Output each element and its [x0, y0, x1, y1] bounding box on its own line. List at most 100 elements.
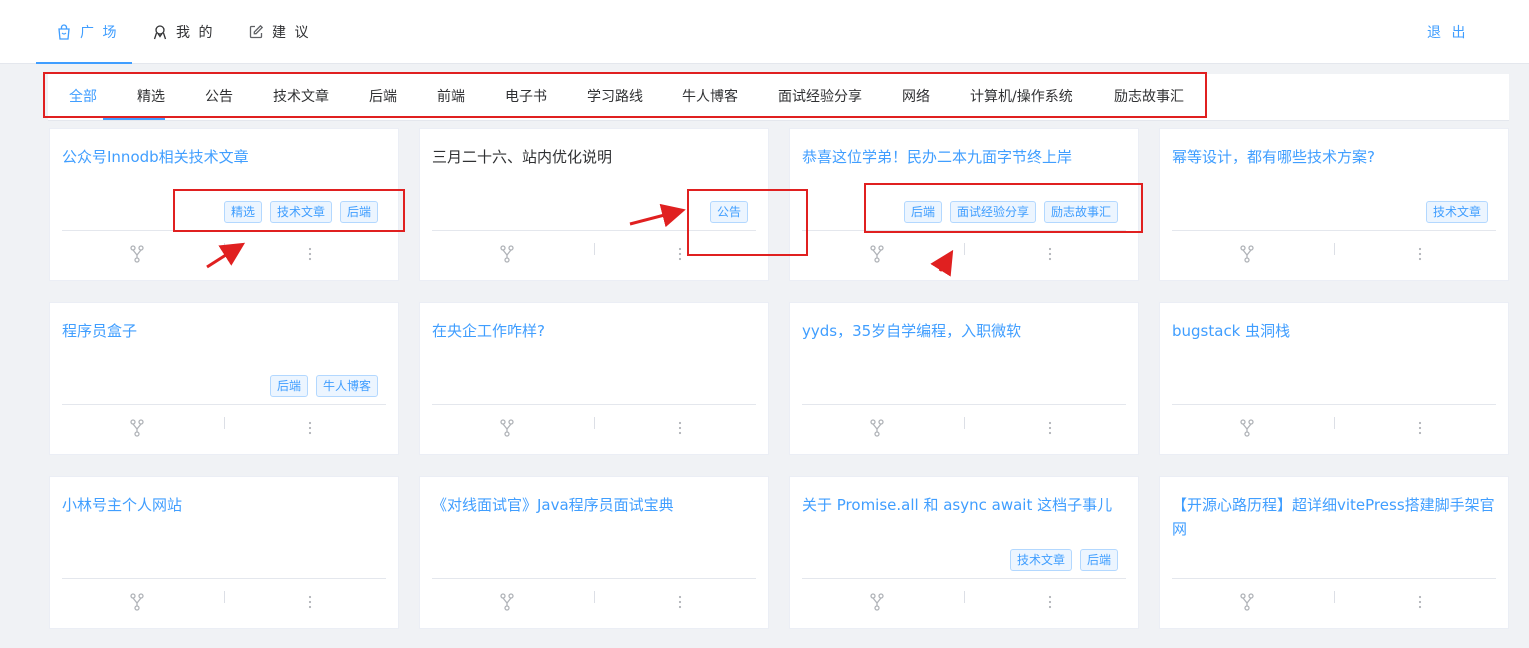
more-vertical-icon[interactable] — [1416, 419, 1424, 437]
category-tab-tech-articles[interactable]: 技术文章 — [273, 74, 329, 120]
card-title[interactable]: 小林号主个人网站 — [62, 493, 390, 517]
more-vertical-icon[interactable] — [306, 419, 314, 437]
category-tab-blogs[interactable]: 牛人博客 — [682, 74, 738, 120]
fork-icon[interactable] — [870, 419, 884, 437]
card-title[interactable]: 幂等设计，都有哪些技术方案? — [1172, 145, 1500, 169]
category-tab-interview[interactable]: 面试经验分享 — [778, 74, 862, 120]
action-separator — [1334, 417, 1335, 429]
nav-tab-square[interactable]: 广 场 — [56, 0, 118, 64]
card-title[interactable]: 【开源心路历程】超详细vitePress搭建脚手架官网 — [1172, 493, 1500, 541]
card-actions — [50, 579, 398, 629]
active-tab-indicator — [36, 62, 132, 64]
post-card[interactable]: 《对线面试官》Java程序员面试宝典 — [419, 476, 769, 629]
top-nav: 广 场 我 的 建 议 退 出 — [0, 0, 1529, 64]
more-vertical-icon[interactable] — [676, 593, 684, 611]
more-vertical-icon[interactable] — [676, 419, 684, 437]
fork-icon[interactable] — [870, 593, 884, 611]
card-actions — [50, 231, 398, 281]
category-tab-announcement[interactable]: 公告 — [205, 74, 233, 120]
nav-tab-label: 我 的 — [176, 25, 215, 41]
more-vertical-icon[interactable] — [306, 245, 314, 263]
action-separator — [964, 243, 965, 255]
fork-icon[interactable] — [500, 419, 514, 437]
card-title[interactable]: 恭喜这位学弟！民办二本九面字节终上岸 — [802, 145, 1130, 169]
post-card[interactable]: 小林号主个人网站 — [49, 476, 399, 629]
tag-chip[interactable]: 技术文章 — [269, 201, 332, 223]
category-tab-network[interactable]: 网络 — [902, 74, 930, 120]
more-vertical-icon[interactable] — [306, 593, 314, 611]
card-title[interactable]: 关于 Promise.all 和 async await 这档子事儿 — [802, 493, 1130, 517]
post-card[interactable]: 程序员盒子后端 牛人博客 — [49, 302, 399, 455]
more-vertical-icon[interactable] — [1416, 593, 1424, 611]
fork-icon[interactable] — [500, 593, 514, 611]
tag-chip[interactable]: 面试经验分享 — [949, 201, 1036, 223]
card-title[interactable]: 《对线面试官》Java程序员面试宝典 — [432, 493, 760, 517]
fork-icon[interactable] — [130, 419, 144, 437]
tag-chip[interactable]: 公告 — [709, 201, 748, 223]
more-vertical-icon[interactable] — [676, 245, 684, 263]
fork-icon[interactable] — [130, 593, 144, 611]
post-card[interactable]: 关于 Promise.all 和 async await 这档子事儿技术文章 后端 — [789, 476, 1139, 629]
post-card[interactable]: 【开源心路历程】超详细vitePress搭建脚手架官网 — [1159, 476, 1509, 629]
category-tab-inspiration[interactable]: 励志故事汇 — [1114, 74, 1184, 120]
post-card[interactable]: 公众号Innodb相关技术文章精选 技术文章 后端 — [49, 128, 399, 281]
category-tab-frontend[interactable]: 前端 — [437, 74, 465, 120]
card-title[interactable]: bugstack 虫洞栈 — [1172, 319, 1500, 343]
fork-icon[interactable] — [500, 245, 514, 263]
more-vertical-icon[interactable] — [1046, 245, 1054, 263]
nav-tab-suggest[interactable]: 建 议 — [248, 0, 310, 64]
tag-chip[interactable]: 牛人博客 — [315, 375, 378, 397]
card-title[interactable]: 程序员盒子 — [62, 319, 390, 343]
card-actions — [1160, 405, 1508, 455]
action-separator — [1334, 243, 1335, 255]
action-separator — [594, 243, 595, 255]
category-tab-computer-os[interactable]: 计算机/操作系统 — [970, 74, 1073, 120]
tag-chip[interactable]: 技术文章 — [1425, 201, 1488, 223]
card-actions — [790, 579, 1138, 629]
more-vertical-icon[interactable] — [1416, 245, 1424, 263]
card-actions — [420, 579, 768, 629]
card-actions — [420, 405, 768, 455]
action-separator — [224, 243, 225, 255]
card-tags: 精选 技术文章 后端 — [223, 201, 378, 223]
fork-icon[interactable] — [870, 245, 884, 263]
card-title[interactable]: yyds，35岁自学编程，入职微软 — [802, 319, 1130, 343]
nav-tab-label: 建 议 — [272, 25, 311, 41]
edit-icon — [249, 24, 264, 39]
card-tags: 公告 — [709, 201, 748, 223]
card-tags: 后端 面试经验分享 励志故事汇 — [903, 201, 1118, 223]
card-tags: 后端 牛人博客 — [269, 375, 378, 397]
fork-icon[interactable] — [130, 245, 144, 263]
card-title[interactable]: 三月二十六、站内优化说明 — [432, 145, 760, 169]
tag-chip[interactable]: 后端 — [903, 201, 942, 223]
card-title[interactable]: 在央企工作咋样? — [432, 319, 760, 343]
category-tab-learning-path[interactable]: 学习路线 — [587, 74, 643, 120]
action-separator — [964, 591, 965, 603]
fork-icon[interactable] — [1240, 245, 1254, 263]
action-separator — [224, 591, 225, 603]
more-vertical-icon[interactable] — [1046, 419, 1054, 437]
category-tab-ebooks[interactable]: 电子书 — [505, 74, 547, 120]
post-card[interactable]: 幂等设计，都有哪些技术方案? 技术文章 — [1159, 128, 1509, 281]
post-card[interactable]: 在央企工作咋样? — [419, 302, 769, 455]
nav-tab-mine[interactable]: 我 的 — [152, 0, 214, 64]
tag-chip[interactable]: 精选 — [223, 201, 262, 223]
post-card[interactable]: 恭喜这位学弟！民办二本九面字节终上岸后端 面试经验分享 励志故事汇 — [789, 128, 1139, 281]
fork-icon[interactable] — [1240, 593, 1254, 611]
tag-chip[interactable]: 技术文章 — [1009, 549, 1072, 571]
fork-icon[interactable] — [1240, 419, 1254, 437]
post-card[interactable]: 三月二十六、站内优化说明公告 — [419, 128, 769, 281]
category-tab-backend[interactable]: 后端 — [369, 74, 397, 120]
action-separator — [224, 417, 225, 429]
tag-chip[interactable]: 后端 — [269, 375, 308, 397]
post-card[interactable]: yyds，35岁自学编程，入职微软 — [789, 302, 1139, 455]
tag-chip[interactable]: 励志故事汇 — [1043, 201, 1118, 223]
logout-link[interactable]: 退 出 — [1427, 0, 1468, 64]
post-card[interactable]: bugstack 虫洞栈 — [1159, 302, 1509, 455]
card-title[interactable]: 公众号Innodb相关技术文章 — [62, 145, 390, 169]
tag-chip[interactable]: 后端 — [339, 201, 378, 223]
tag-chip[interactable]: 后端 — [1079, 549, 1118, 571]
category-tab-all[interactable]: 全部 — [69, 74, 97, 120]
category-tab-featured[interactable]: 精选 — [137, 74, 165, 120]
more-vertical-icon[interactable] — [1046, 593, 1054, 611]
